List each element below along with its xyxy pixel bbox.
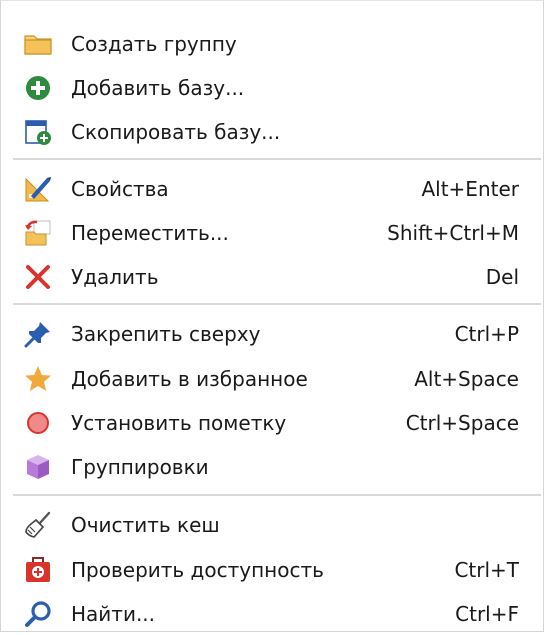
add-circle-icon [23, 73, 53, 103]
menu-item-shortcut: Ctrl+Space [405, 411, 519, 435]
folder-icon [23, 29, 53, 59]
broom-icon [23, 510, 53, 540]
menu-item-label: Создать группу [71, 32, 237, 56]
move-icon [23, 218, 53, 248]
menu-item-set-mark[interactable]: Установить пометку Ctrl+Space [1, 402, 543, 442]
menu-item-delete[interactable]: Удалить Del [1, 256, 543, 296]
menu-item-label: Удалить [71, 265, 159, 289]
menu-item-find[interactable]: Найти... Ctrl+F [1, 593, 543, 633]
menu-item-check-availability[interactable]: Проверить доступность Ctrl+T [1, 549, 543, 589]
search-icon [23, 599, 53, 629]
menu-item-shortcut: Alt+Space [414, 367, 519, 391]
menu-item-label: Найти... [71, 602, 156, 626]
menu-item-add-database[interactable]: Добавить базу... [1, 67, 543, 107]
copy-database-icon [23, 117, 53, 147]
menu-item-groupings[interactable]: Группировки [1, 446, 543, 486]
delete-icon [23, 262, 53, 292]
first-aid-icon [23, 555, 53, 585]
menu-item-properties[interactable]: Свойства Alt+Enter [1, 168, 543, 208]
menu-item-label: Добавить базу... [71, 76, 245, 100]
star-icon [23, 364, 53, 394]
menu-separator [13, 303, 541, 305]
menu-item-shortcut: Alt+Enter [421, 177, 519, 201]
menu-item-label: Группировки [71, 455, 209, 479]
menu-item-shortcut: Ctrl+T [454, 558, 519, 582]
cube-icon [23, 452, 53, 482]
menu-item-copy-database[interactable]: Скопировать базу... [1, 111, 543, 151]
menu-item-label: Проверить доступность [71, 558, 324, 582]
menu-item-label: Скопировать базу... [71, 120, 281, 144]
menu-item-shortcut: Ctrl+F [455, 602, 519, 626]
menu-item-create-group[interactable]: Создать группу [1, 23, 543, 63]
pin-icon [23, 319, 53, 349]
menu-item-shortcut: Ctrl+P [454, 322, 519, 346]
menu-item-move[interactable]: Переместить... Shift+Ctrl+M [1, 212, 543, 252]
menu-item-shortcut: Shift+Ctrl+M [387, 221, 519, 245]
menu-item-shortcut: Del [485, 265, 519, 289]
menu-item-label: Переместить... [71, 221, 229, 245]
menu-item-label: Свойства [71, 177, 169, 201]
menu-item-clear-cache[interactable]: Очистить кеш [1, 504, 543, 544]
menu-item-label: Добавить в избранное [71, 367, 308, 391]
menu-item-label: Очистить кеш [71, 513, 220, 537]
menu-item-label: Закрепить сверху [71, 322, 261, 346]
context-menu: Создать группу Добавить базу... Скопиров… [0, 0, 544, 632]
menu-item-add-favorite[interactable]: Добавить в избранное Alt+Space [1, 358, 543, 398]
mark-circle-icon [23, 408, 53, 438]
menu-separator [13, 158, 541, 160]
menu-separator [13, 494, 541, 496]
properties-icon [23, 174, 53, 204]
menu-item-label: Установить пометку [71, 411, 287, 435]
menu-item-pin-top[interactable]: Закрепить сверху Ctrl+P [1, 313, 543, 353]
